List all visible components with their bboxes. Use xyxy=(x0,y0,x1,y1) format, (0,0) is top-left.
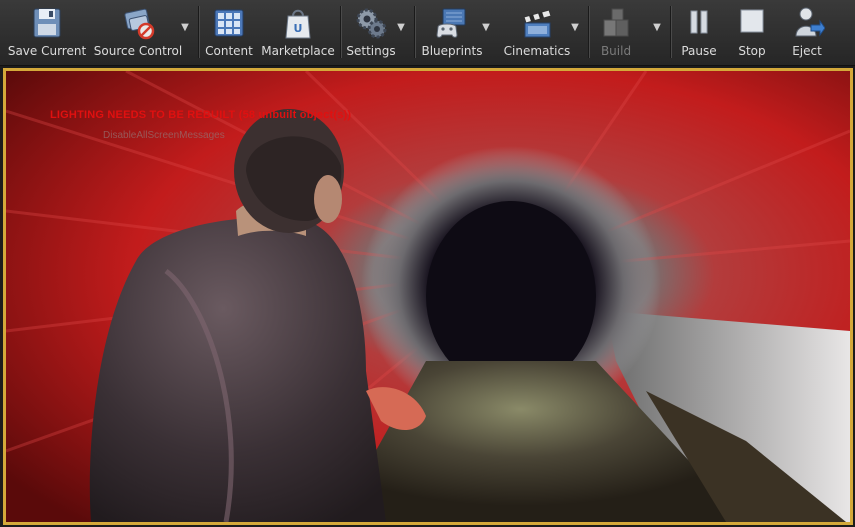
stop-button[interactable]: Stop xyxy=(730,0,774,62)
source-control-dropdown-arrow[interactable]: ▼ xyxy=(178,18,192,38)
marketplace-label: Marketplace xyxy=(261,44,335,58)
eject-person-icon xyxy=(795,7,825,37)
save-current-button[interactable]: Save Current xyxy=(6,0,88,62)
cinematics-button[interactable]: Cinematics xyxy=(500,0,574,62)
cinematics-label: Cinematics xyxy=(503,44,571,58)
source-control-button[interactable]: Source Control xyxy=(92,0,184,62)
settings-label: Settings xyxy=(346,44,396,58)
cinematics-dropdown-arrow[interactable]: ▼ xyxy=(568,18,582,38)
content-button[interactable]: Content xyxy=(203,0,255,62)
build-label: Build xyxy=(600,44,632,58)
settings-gears-icon xyxy=(356,8,387,39)
toolbar-separator xyxy=(198,6,200,58)
floppy-disk-icon xyxy=(33,8,61,38)
toolbar-separator xyxy=(670,6,672,58)
marketplace-bag-icon: U xyxy=(285,9,311,39)
toolbar-separator xyxy=(588,6,590,58)
main-toolbar: Save Current Source Control ▼ Content U xyxy=(0,0,855,66)
disable-messages-hint: DisableAllScreenMessages xyxy=(103,130,225,141)
stop-icon xyxy=(740,9,764,33)
stop-label: Stop xyxy=(738,44,766,58)
source-control-icon xyxy=(124,8,155,40)
pause-icon xyxy=(690,10,708,34)
pause-label: Pause xyxy=(681,44,717,58)
build-dropdown-arrow[interactable]: ▼ xyxy=(650,18,664,38)
blueprints-gamepad-icon xyxy=(436,8,466,38)
marketplace-button[interactable]: U Marketplace xyxy=(261,0,335,62)
source-control-label: Source Control xyxy=(93,44,183,58)
save-current-label: Save Current xyxy=(7,44,87,58)
pause-button[interactable]: Pause xyxy=(676,0,722,62)
build-blocks-icon xyxy=(603,8,629,37)
build-button[interactable]: Build xyxy=(592,0,640,62)
svg-text:U: U xyxy=(294,22,303,35)
content-label: Content xyxy=(205,44,253,58)
settings-dropdown-arrow[interactable]: ▼ xyxy=(394,18,408,38)
blueprints-dropdown-arrow[interactable]: ▼ xyxy=(479,18,493,38)
clapperboard-icon xyxy=(523,9,552,38)
game-viewport[interactable]: LIGHTING NEEDS TO BE REBUILT (58 unbuilt… xyxy=(3,68,853,525)
settings-button[interactable]: Settings xyxy=(344,0,398,62)
lighting-warning-text: LIGHTING NEEDS TO BE REBUILT (58 unbuilt… xyxy=(50,109,352,121)
blueprints-label: Blueprints xyxy=(421,44,483,58)
eject-button[interactable]: Eject xyxy=(784,0,830,62)
blueprints-button[interactable]: Blueprints xyxy=(419,0,485,62)
content-grid-icon xyxy=(214,9,244,37)
toolbar-separator xyxy=(340,6,342,58)
toolbar-separator xyxy=(414,6,416,58)
eject-label: Eject xyxy=(792,44,822,58)
